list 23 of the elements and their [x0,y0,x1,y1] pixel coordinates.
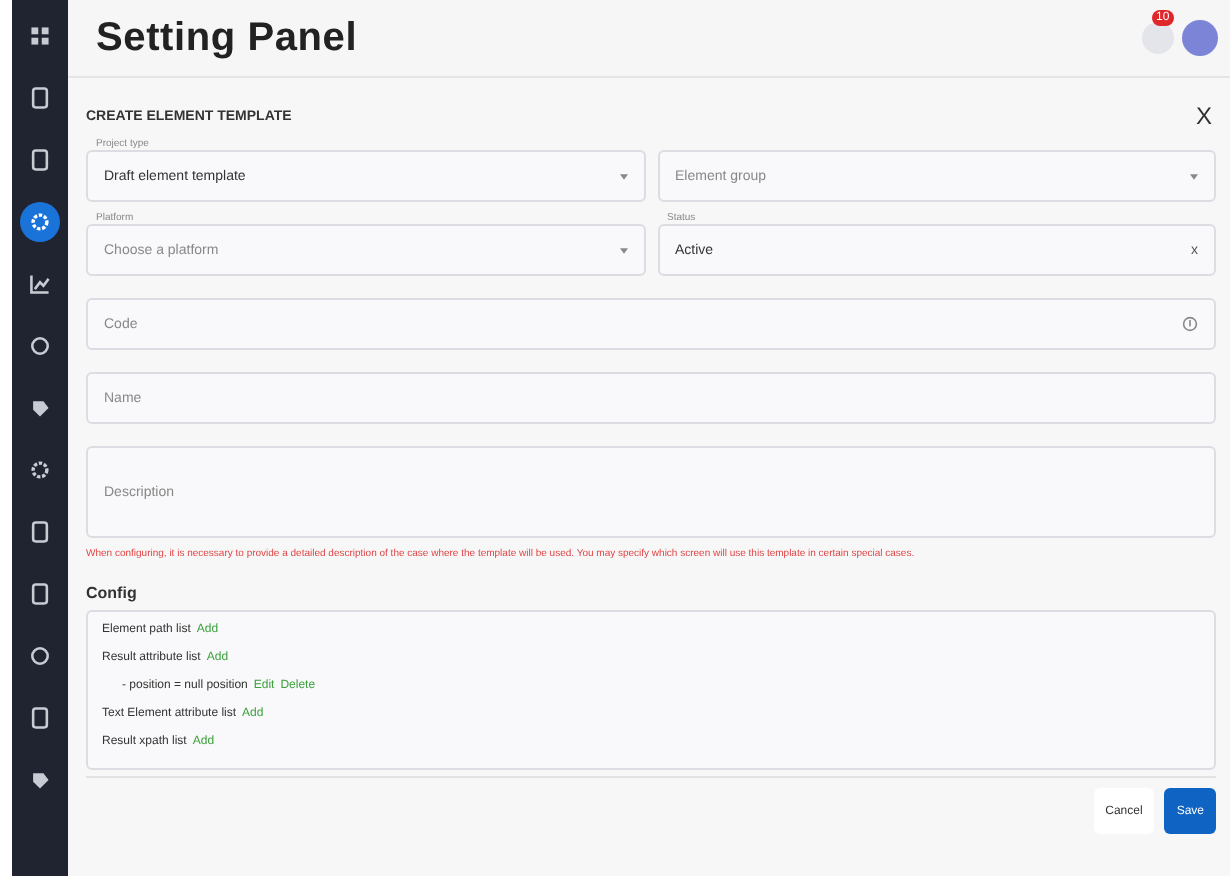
document-icon [28,86,52,110]
chart-icon [28,272,52,296]
tag-icon [28,768,52,792]
dropdown-icon[interactable] [619,247,627,253]
document-icon [28,520,52,544]
settings-icon [28,458,52,482]
document-icon [28,148,52,172]
user-avatar[interactable] [1182,20,1218,56]
dropdown-icon[interactable] [1190,173,1198,179]
grid-icon [28,24,52,48]
circle-icon [28,644,52,668]
close-button[interactable]: X [1191,102,1216,130]
info-icon [1182,316,1198,332]
page-title: Setting Panel [96,15,360,61]
notification-button[interactable] [1142,22,1174,54]
sidebar-item[interactable] [20,202,60,242]
document-icon [28,706,52,730]
section-title: Config [86,584,139,602]
circle-icon [28,334,52,358]
document-icon [28,582,52,606]
settings-icon [28,210,52,234]
dropdown-icon[interactable] [619,173,627,179]
tag-icon [28,396,52,420]
